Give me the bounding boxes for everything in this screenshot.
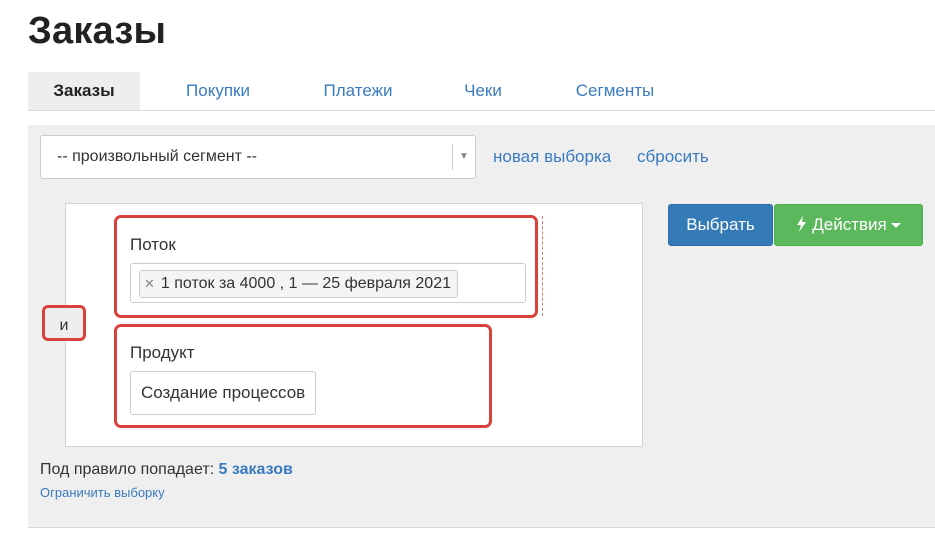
- page-title: Заказы: [28, 10, 167, 52]
- result-summary: Под правило попадает: 5 заказов: [40, 461, 293, 479]
- tab-purchases[interactable]: Покупки: [170, 72, 266, 110]
- tab-segments[interactable]: Сегменты: [560, 72, 670, 110]
- tab-receipts[interactable]: Чеки: [452, 72, 514, 110]
- actions-dropdown-button[interactable]: Действия: [774, 204, 923, 246]
- segment-select[interactable]: -- произвольный сегмент -- ▼: [40, 135, 476, 179]
- reset-link[interactable]: сбросить: [637, 147, 709, 167]
- result-prefix: Под правило попадает:: [40, 461, 215, 478]
- filter-panel: -- произвольный сегмент -- ▼ новая выбор…: [28, 125, 935, 528]
- condition-product: Продукт Создание процессов: [114, 324, 492, 428]
- limit-selection-link[interactable]: Ограничить выборку: [40, 485, 165, 500]
- condition-product-title: Продукт: [130, 343, 195, 362]
- lightning-icon: [797, 216, 807, 232]
- condition-stream: Поток ✕ 1 поток за 4000 , 1 — 25 февраля …: [114, 215, 538, 318]
- stream-tag: ✕ 1 поток за 4000 , 1 — 25 февраля 2021: [139, 270, 458, 298]
- tabs-bar: Заказы Покупки Платежи Чеки Сегменты: [28, 72, 935, 111]
- caret-down-icon: [890, 223, 901, 229]
- chevron-down-icon[interactable]: ▼: [452, 144, 475, 170]
- rule-divider: [538, 216, 543, 316]
- stream-tag-input[interactable]: ✕ 1 поток за 4000 , 1 — 25 февраля 2021: [130, 263, 526, 303]
- segment-select-value: -- произвольный сегмент --: [57, 148, 257, 165]
- condition-stream-title: Поток: [130, 235, 176, 254]
- product-value[interactable]: Создание процессов: [130, 371, 317, 415]
- result-count-link[interactable]: 5 заказов: [219, 461, 293, 478]
- actions-button-label: Действия: [812, 215, 887, 234]
- new-selection-link[interactable]: новая выборка: [493, 147, 611, 167]
- tab-orders[interactable]: Заказы: [28, 72, 140, 110]
- tab-payments[interactable]: Платежи: [308, 72, 408, 110]
- stream-tag-label: 1 поток за 4000 , 1 — 25 февраля 2021: [160, 275, 451, 292]
- remove-tag-icon[interactable]: ✕: [144, 276, 155, 291]
- rule-operator-and: и: [42, 305, 86, 341]
- select-button[interactable]: Выбрать: [668, 204, 773, 246]
